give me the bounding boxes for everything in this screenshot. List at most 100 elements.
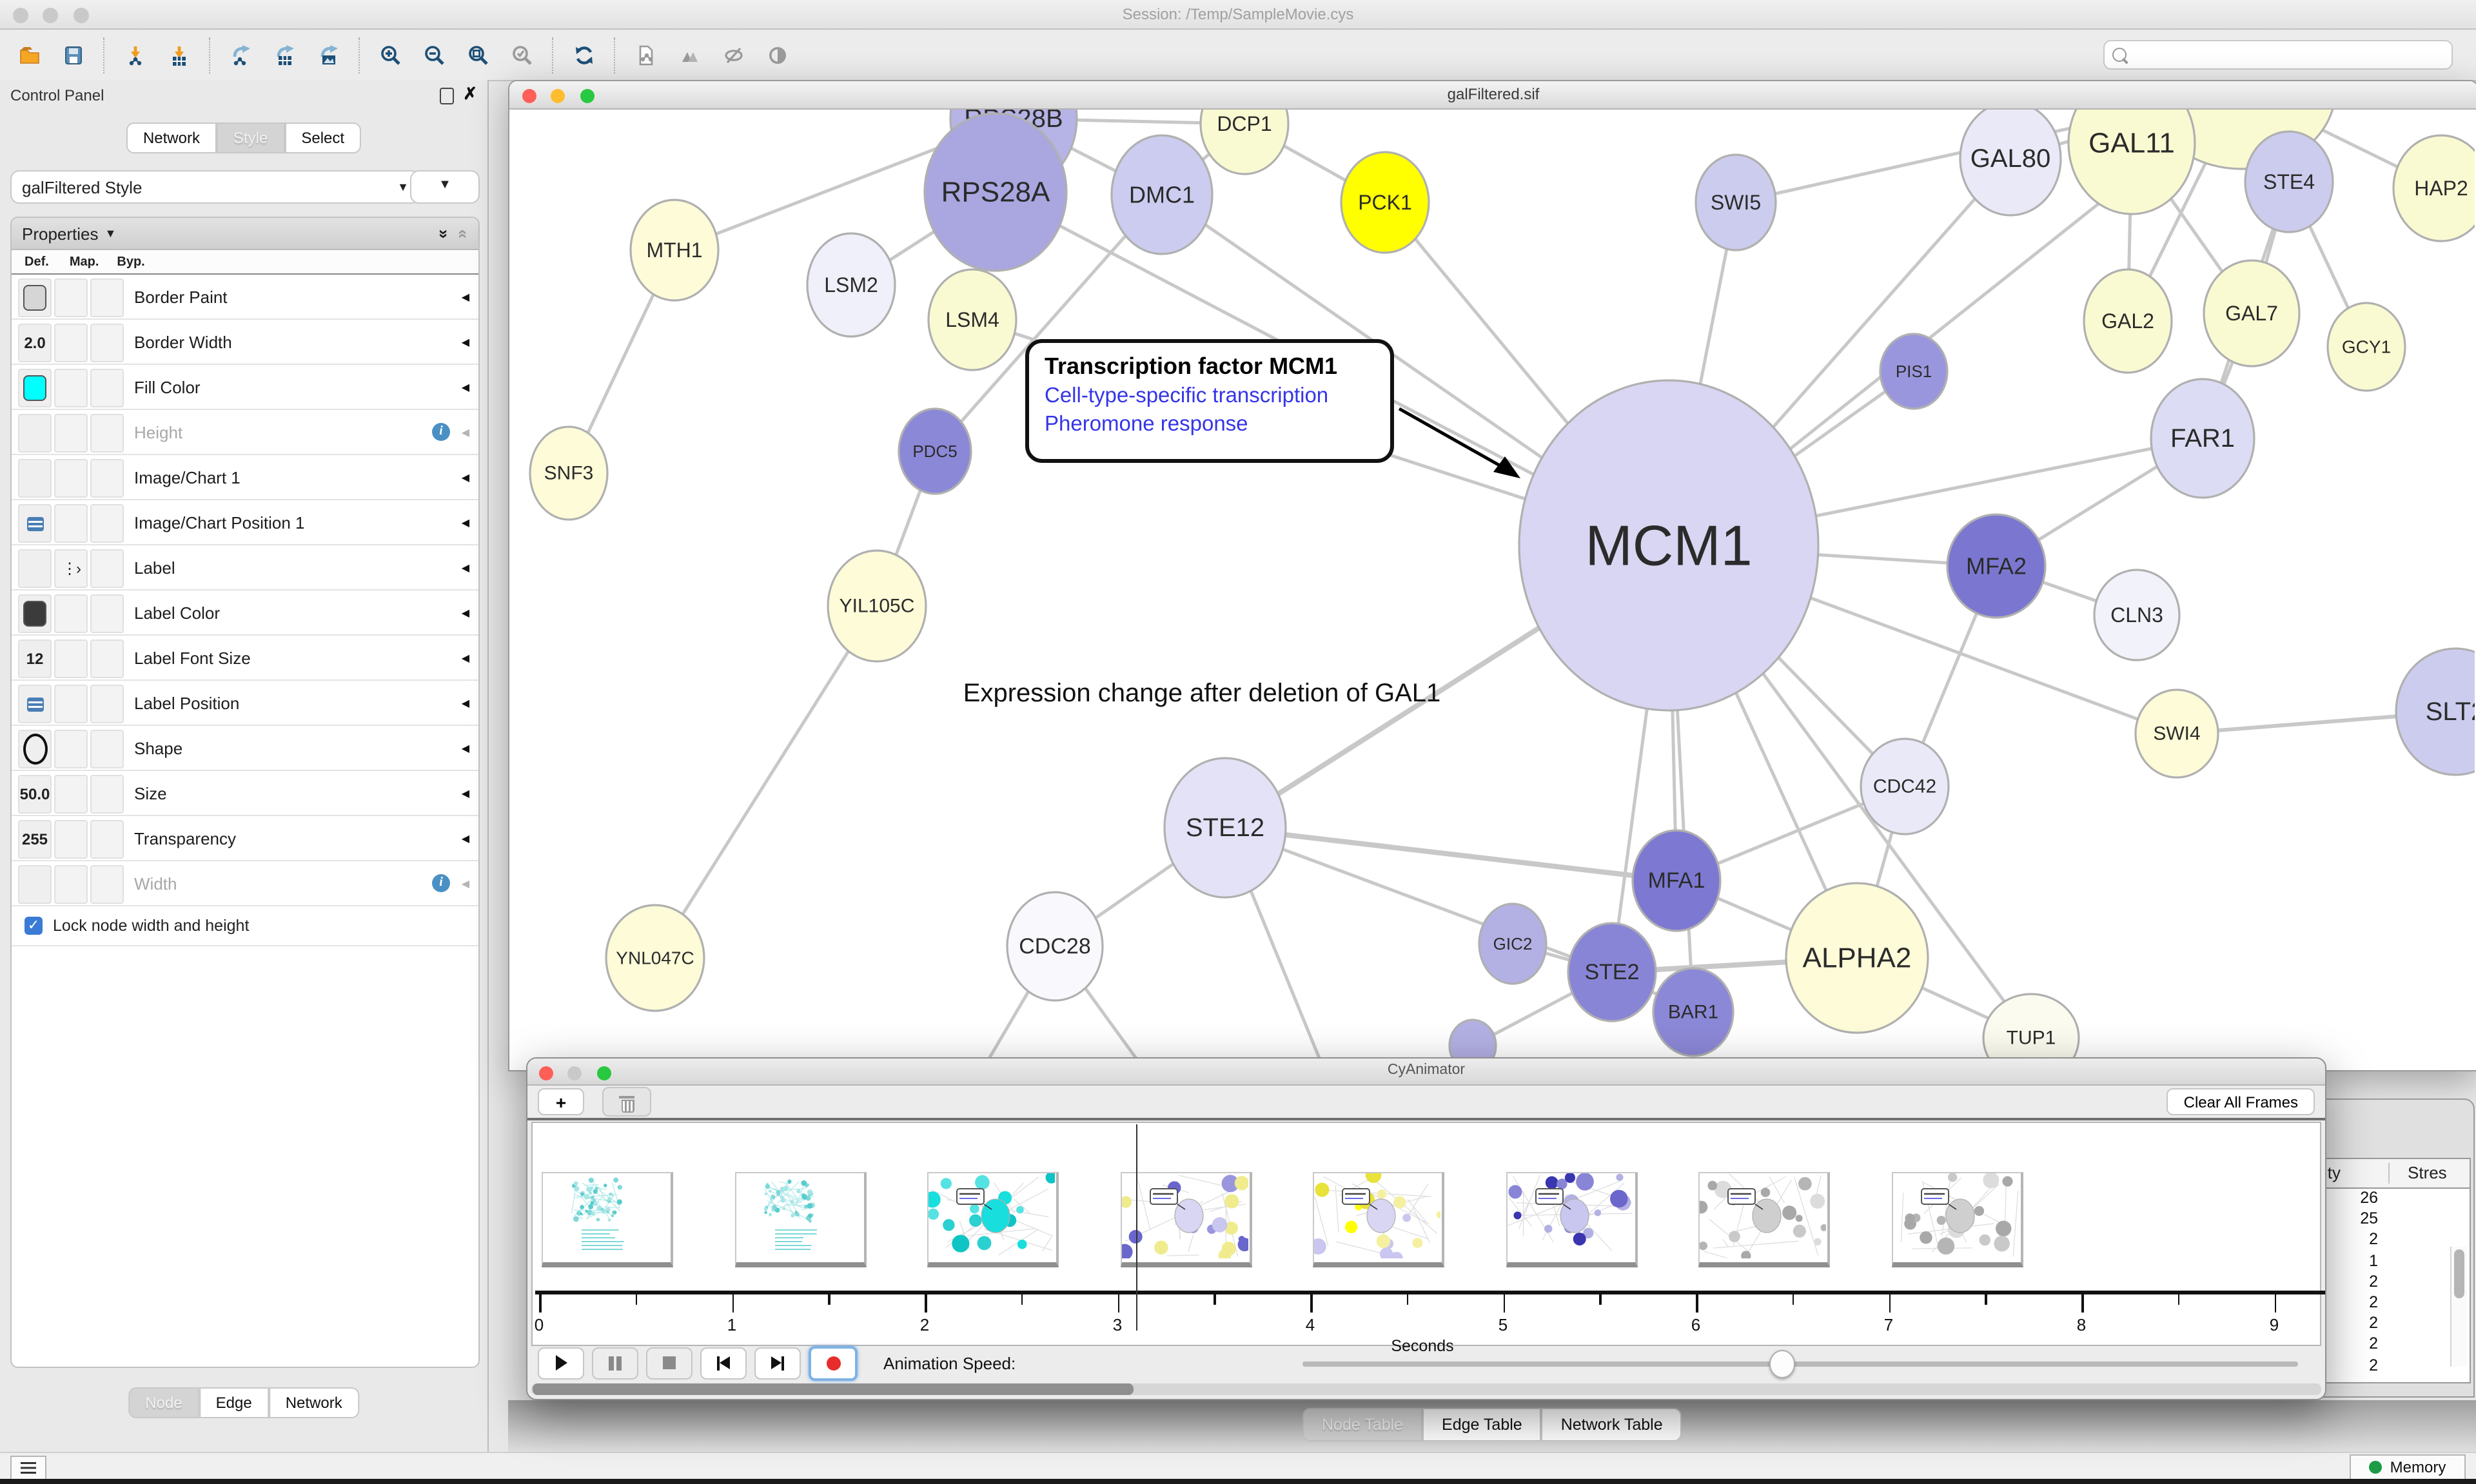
expand-row-icon[interactable]: ◀ [462,652,469,663]
table-cell-value[interactable]: 2 [2369,1314,2378,1332]
checkbox-checked-icon[interactable]: ✓ [25,917,43,935]
default-cell[interactable]: 255 [18,820,52,859]
bypass-cell[interactable] [90,730,124,768]
annotation-link[interactable]: Cell-type-specific transcription [1045,384,1375,409]
skip-to-start-button[interactable] [700,1347,747,1379]
expand-row-icon[interactable]: ◀ [462,516,469,528]
frame-thumbnail-7s[interactable] [1891,1172,2023,1267]
node-ALPHA2[interactable]: ALPHA2 [1786,883,1928,1033]
node-GIC2[interactable]: GIC2 [1479,904,1546,984]
cyanimator-titlebar[interactable]: CyAnimator [527,1059,2325,1086]
table-cell-value[interactable]: 2 [2369,1231,2378,1249]
bypass-cell[interactable] [90,459,124,498]
node-RPS28A[interactable]: RPS28A [925,113,1066,271]
expand-all-icon[interactable]: » [434,229,453,238]
mapping-cell[interactable] [54,414,88,453]
table-cell-value[interactable]: 2 [2369,1356,2378,1374]
node-MFA1[interactable]: MFA1 [1633,830,1720,931]
properties-header[interactable]: Properties ▼ » « [12,218,478,250]
expand-row-icon[interactable]: ◀ [462,742,469,754]
hide-panels-icon[interactable] [714,35,753,74]
timeline-scrollbar[interactable] [531,1383,2321,1395]
bypass-cell[interactable] [90,594,124,633]
network-canvas[interactable]: RPS28BDCP1RPS28ADMC1PCK1SWI5GAL80GAL11ST… [509,110,2476,1070]
tab-network[interactable]: Network [126,122,217,153]
mapping-cell[interactable]: ⋮› [54,549,88,588]
default-cell[interactable] [18,369,52,407]
node-SWI5[interactable]: SWI5 [1696,155,1776,250]
node-MFA2[interactable]: MFA2 [1947,514,2045,618]
node-LSM4[interactable]: LSM4 [928,269,1016,370]
table-cell-value[interactable]: 26 [2360,1189,2378,1207]
property-row-size[interactable]: 50.0Size◀ [12,771,478,816]
bypass-cell[interactable] [90,639,124,678]
animation-speed-slider[interactable] [1302,1362,2298,1367]
record-button[interactable] [809,1345,858,1380]
close-panel-icon[interactable]: ✗ [463,84,477,104]
task-history-button[interactable] [10,1456,46,1480]
default-cell[interactable] [18,865,52,904]
node-FAR1[interactable]: FAR1 [2151,379,2254,498]
table-cell-value[interactable]: 2 [2369,1335,2378,1353]
table-column-header[interactable]: Stres [2408,1163,2447,1182]
tab-edge-table[interactable]: Edge Table [1422,1408,1542,1441]
node-GCY1[interactable]: GCY1 [2328,303,2405,391]
bypass-cell[interactable] [90,504,124,543]
expand-row-icon[interactable]: ◀ [462,471,469,483]
expand-row-icon[interactable]: ◀ [462,697,469,708]
node-STE4[interactable]: STE4 [2245,132,2333,232]
add-frame-button[interactable]: + [538,1088,584,1115]
property-row-label-color[interactable]: Label Color◀ [12,591,478,636]
style-select[interactable]: galFiltered Style ▼ [10,170,420,204]
property-row-transparency[interactable]: 255Transparency◀ [12,816,478,861]
property-row-label-font-size[interactable]: 12Label Font Size◀ [12,636,478,681]
node-DMC1[interactable]: DMC1 [1112,135,1212,254]
scrollbar-thumb[interactable] [2454,1249,2464,1298]
search-box[interactable] [2103,40,2453,70]
node-CLN3[interactable]: CLN3 [2094,570,2179,660]
zoom-selected-icon[interactable] [503,35,542,74]
bypass-cell[interactable] [90,820,124,859]
info-icon[interactable]: i [432,423,450,441]
import-table-icon[interactable] [160,35,199,74]
property-row-height[interactable]: Heighti◀ [12,410,478,455]
bypass-cell[interactable] [90,865,124,904]
annotation-box[interactable]: Transcription factor MCM1 Cell-type-spec… [1025,339,1394,463]
default-cell[interactable] [18,278,52,317]
mapping-cell[interactable] [54,324,88,362]
network-window-titlebar[interactable]: galFiltered.sif [509,81,2476,110]
mapping-cell[interactable] [54,278,88,317]
timeline-playhead[interactable] [1137,1124,1138,1331]
default-cell[interactable] [18,504,52,543]
zoom-out-icon[interactable] [415,35,454,74]
table-cell-value[interactable]: 25 [2360,1209,2378,1227]
property-row-shape[interactable]: Shape◀ [12,726,478,771]
memory-button[interactable]: Memory [2350,1454,2466,1480]
node-CDC28[interactable]: CDC28 [1007,892,1103,1001]
expand-row-icon[interactable]: ◀ [462,607,469,618]
table-cell-value[interactable]: 2 [2369,1293,2378,1311]
frame-thumbnail-4s[interactable] [1313,1172,1444,1267]
default-cell[interactable] [18,730,52,768]
frame-thumbnail-0s[interactable] [542,1172,673,1267]
bypass-cell[interactable] [90,685,124,723]
bypass-cell[interactable] [90,369,124,407]
expand-row-icon[interactable]: ◀ [462,426,469,438]
node-GAL80[interactable]: GAL80 [1960,110,2061,215]
node-CDC42[interactable]: CDC42 [1861,739,1949,834]
expand-row-icon[interactable]: ◀ [462,877,469,889]
mapping-cell[interactable] [54,639,88,678]
collapse-all-icon[interactable]: « [454,229,473,238]
slider-thumb[interactable] [1769,1350,1794,1378]
default-cell[interactable]: 12 [18,639,52,678]
play-button[interactable] [538,1347,584,1379]
mapping-cell[interactable] [54,369,88,407]
node-BAR1[interactable]: BAR1 [1653,968,1733,1056]
mapping-cell[interactable] [54,504,88,543]
search-network-icon[interactable] [671,35,709,74]
bypass-cell[interactable] [90,549,124,588]
frame-thumbnail-2s[interactable] [927,1172,1059,1267]
node-GAL7[interactable]: GAL7 [2204,260,2299,366]
tab-network[interactable]: Network [269,1387,359,1418]
edge-YIL105C-YNL047C[interactable] [655,606,877,958]
